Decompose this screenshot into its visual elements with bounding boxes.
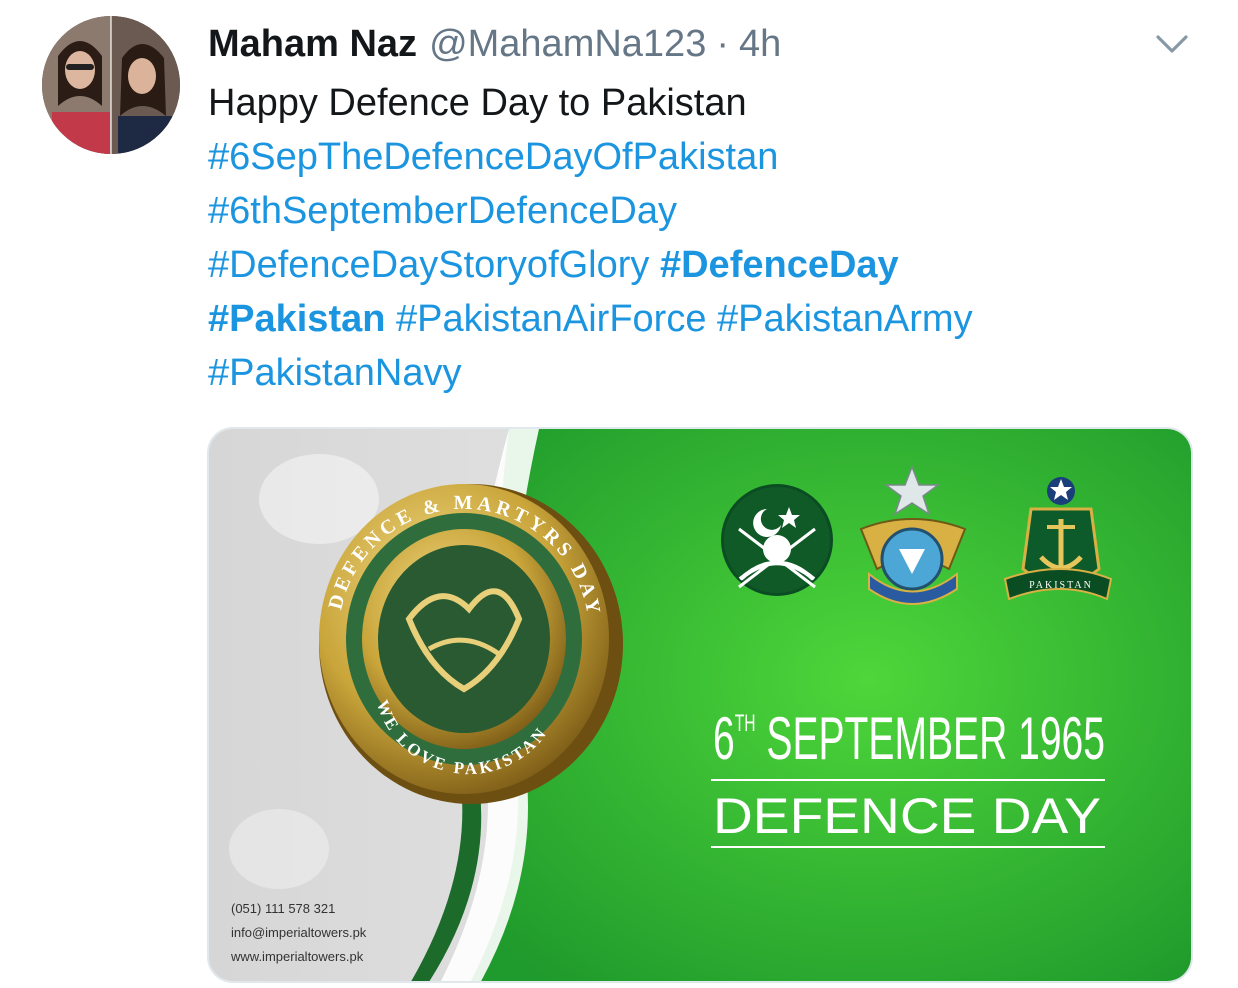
contact-phone: (051) 111 578 321	[231, 901, 335, 916]
tweet-media-image[interactable]: DEFENCE & MARTYRS DAY WE LOVE PAKISTAN P…	[207, 427, 1193, 983]
army-emblem	[721, 484, 833, 596]
poster-title: DEFENCE DAY	[713, 788, 1101, 844]
separator-dot: ·	[716, 23, 729, 65]
contact-email: info@imperialtowers.pk	[231, 925, 367, 940]
hashtag-link[interactable]: #6thSeptemberDefenceDay	[208, 190, 677, 232]
hashtag-link[interactable]: #PakistanNavy	[208, 352, 461, 394]
tweet-text-line: Happy Defence Day to Pakistan	[208, 82, 747, 124]
chevron-down-icon[interactable]	[1152, 24, 1192, 64]
hashtag-link[interactable]: #6SepTheDefenceDayOfPakistan	[208, 136, 778, 178]
date-rest: SEPTEMBER 1965	[756, 705, 1105, 772]
contact-web: www.imperialtowers.pk	[230, 949, 364, 964]
avatar[interactable]	[42, 16, 180, 154]
date-day-suffix: TH	[735, 710, 756, 737]
navy-ribbon-text: PAKISTAN	[1029, 580, 1093, 591]
defence-day-poster: DEFENCE & MARTYRS DAY WE LOVE PAKISTAN P…	[209, 429, 1191, 981]
hashtag-link-highlighted[interactable]: #Pakistan	[208, 298, 385, 340]
avatar-photo	[42, 16, 180, 154]
tweet-header: Maham Naz @MahamNa123 · 4h	[208, 18, 781, 70]
author-name[interactable]: Maham Naz	[208, 18, 417, 70]
tweet-text: Happy Defence Day to Pakistan #6SepTheDe…	[208, 76, 1208, 400]
date-day: 6	[713, 705, 735, 772]
hashtag-link[interactable]: #PakistanAirForce	[396, 298, 706, 340]
hashtag-link-highlighted[interactable]: #DefenceDay	[660, 244, 899, 286]
hashtag-link[interactable]: #DefenceDayStoryofGlory	[208, 244, 649, 286]
hashtag-link[interactable]: #PakistanArmy	[717, 298, 973, 340]
svg-text:6TH SEPTEMBER 1965: 6TH SEPTEMBER 1965	[713, 705, 1105, 772]
timestamp[interactable]: 4h	[739, 18, 781, 70]
author-handle[interactable]: @MahamNa123	[429, 18, 706, 70]
